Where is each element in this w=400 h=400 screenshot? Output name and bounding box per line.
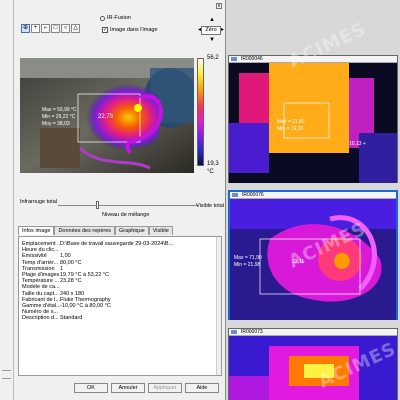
thermal-file-icon: [231, 330, 237, 334]
rectangle-tool-button[interactable]: □: [51, 24, 60, 33]
help-button[interactable]: Aide: [185, 383, 219, 393]
cancel-button[interactable]: Annuler: [111, 383, 145, 393]
irfusion-group: IR-Fusion: [100, 15, 131, 21]
picture-in-picture-checkbox[interactable]: ✓ Image dans l'image: [102, 27, 158, 33]
infrared-label: Infrarouge total: [20, 199, 57, 205]
min-readout: Min = 29,22 °C: [42, 114, 76, 120]
thumbnail-list: IR000046 Max = 21,82 Min = 19,10 10,13 +…: [226, 0, 400, 400]
thumbnail-min-readout: Min = 19,10: [277, 126, 304, 132]
dialog-button-row: OK Annuler Appliquer Aide: [74, 383, 219, 393]
strip-tick: [2, 370, 11, 371]
marker-toolbar: ⊕ + ⌐ □ ○ △: [21, 24, 80, 35]
irfusion-label: IR-Fusion: [107, 15, 131, 21]
panel-scrollbar[interactable]: [216, 237, 221, 375]
zoom-reset-button[interactable]: Zéro: [201, 26, 221, 35]
visible-label: Visible total: [196, 203, 225, 209]
thumbnail-max-readout: Max = 71,90: [234, 255, 262, 261]
thermal-image-view[interactable]: Max = 59,99 °C Min = 29,22 °C Moy = 38,0…: [20, 58, 194, 173]
tab-image-info[interactable]: Infos image: [18, 226, 55, 235]
blend-slider-track[interactable]: [58, 205, 198, 206]
blend-level-label: Niveau de mélange: [102, 212, 150, 218]
thumbnail-name: IR000076: [242, 192, 264, 198]
tab-graph[interactable]: Graphique: [115, 226, 149, 235]
blend-slider-group: Infrarouge total Visible total Niveau de…: [14, 196, 226, 218]
pan-up-icon[interactable]: ▲: [209, 17, 215, 23]
line-tool-button[interactable]: ⌐: [41, 24, 50, 33]
tab-visible[interactable]: Visible: [148, 226, 173, 235]
radio-icon: [100, 15, 105, 21]
pan-down-icon[interactable]: ▼: [209, 37, 215, 43]
left-panel-strip: [0, 0, 14, 400]
scale-min-label: 19,3: [207, 161, 219, 167]
polygon-tool-button[interactable]: △: [71, 24, 80, 33]
thermal-file-icon: [232, 193, 238, 197]
thumbnail-name: IR000073: [241, 329, 263, 335]
ok-button[interactable]: OK: [74, 383, 108, 393]
info-tabs: Infos image Données des repères Graphiqu…: [18, 226, 173, 235]
image-info-table: Emplacement ... D:\Base de travail sauveg…: [18, 236, 222, 376]
apply-button[interactable]: Appliquer: [148, 383, 182, 393]
box-value: 22,73: [98, 114, 114, 120]
thumbnail-image: Max = 21,82 Min = 19,10 10,13 +: [229, 63, 397, 183]
ellipse-tool-button[interactable]: ○: [61, 24, 70, 33]
tab-marker-data[interactable]: Données des repères: [54, 226, 116, 235]
info-row: Description d... Standard: [19, 315, 221, 321]
avg-readout: Moy = 38,03: [42, 121, 70, 127]
thermal-file-icon: [231, 57, 237, 61]
select-tool-button[interactable]: ⊕: [21, 24, 30, 33]
point-tool-button[interactable]: +: [31, 24, 40, 33]
temperature-scale-bar: [197, 58, 204, 166]
thumbnail-header: IR000076: [230, 192, 396, 199]
blend-slider-handle[interactable]: [96, 201, 100, 209]
scale-max-label: 56,2: [207, 55, 219, 61]
max-readout: Max = 59,99 °C: [42, 107, 77, 113]
thumbnail-min-readout: Min = 21,98: [234, 262, 261, 268]
image-properties-dialog: x ⊕ + ⌐ □ ○ △ IR-Fusion ✓ Image dans l'i…: [14, 0, 226, 400]
close-button[interactable]: x: [216, 3, 222, 9]
info-value: Standard: [60, 315, 83, 322]
thumbnail-name: IR000046: [241, 56, 263, 62]
strip-tick: [2, 378, 11, 379]
picture-in-picture-label: Image dans l'image: [110, 27, 158, 33]
dialog-titlebar: x: [14, 0, 226, 12]
thumbnail-header: IR000073: [229, 329, 397, 336]
info-key: Description d...: [22, 315, 59, 322]
thumbnail-spot-readout: 10,13 +: [349, 141, 366, 147]
thumbnail-max-readout: Max = 21,82: [277, 119, 305, 125]
zoom-pan-control: ▲ ◀ ▶ Zéro ▼: [198, 17, 224, 43]
checkbox-icon: ✓: [102, 27, 108, 33]
thumbnail-item[interactable]: IR000046 Max = 21,82 Min = 19,10 10,13 +: [228, 55, 398, 183]
scale-unit-label: °C: [207, 169, 214, 175]
